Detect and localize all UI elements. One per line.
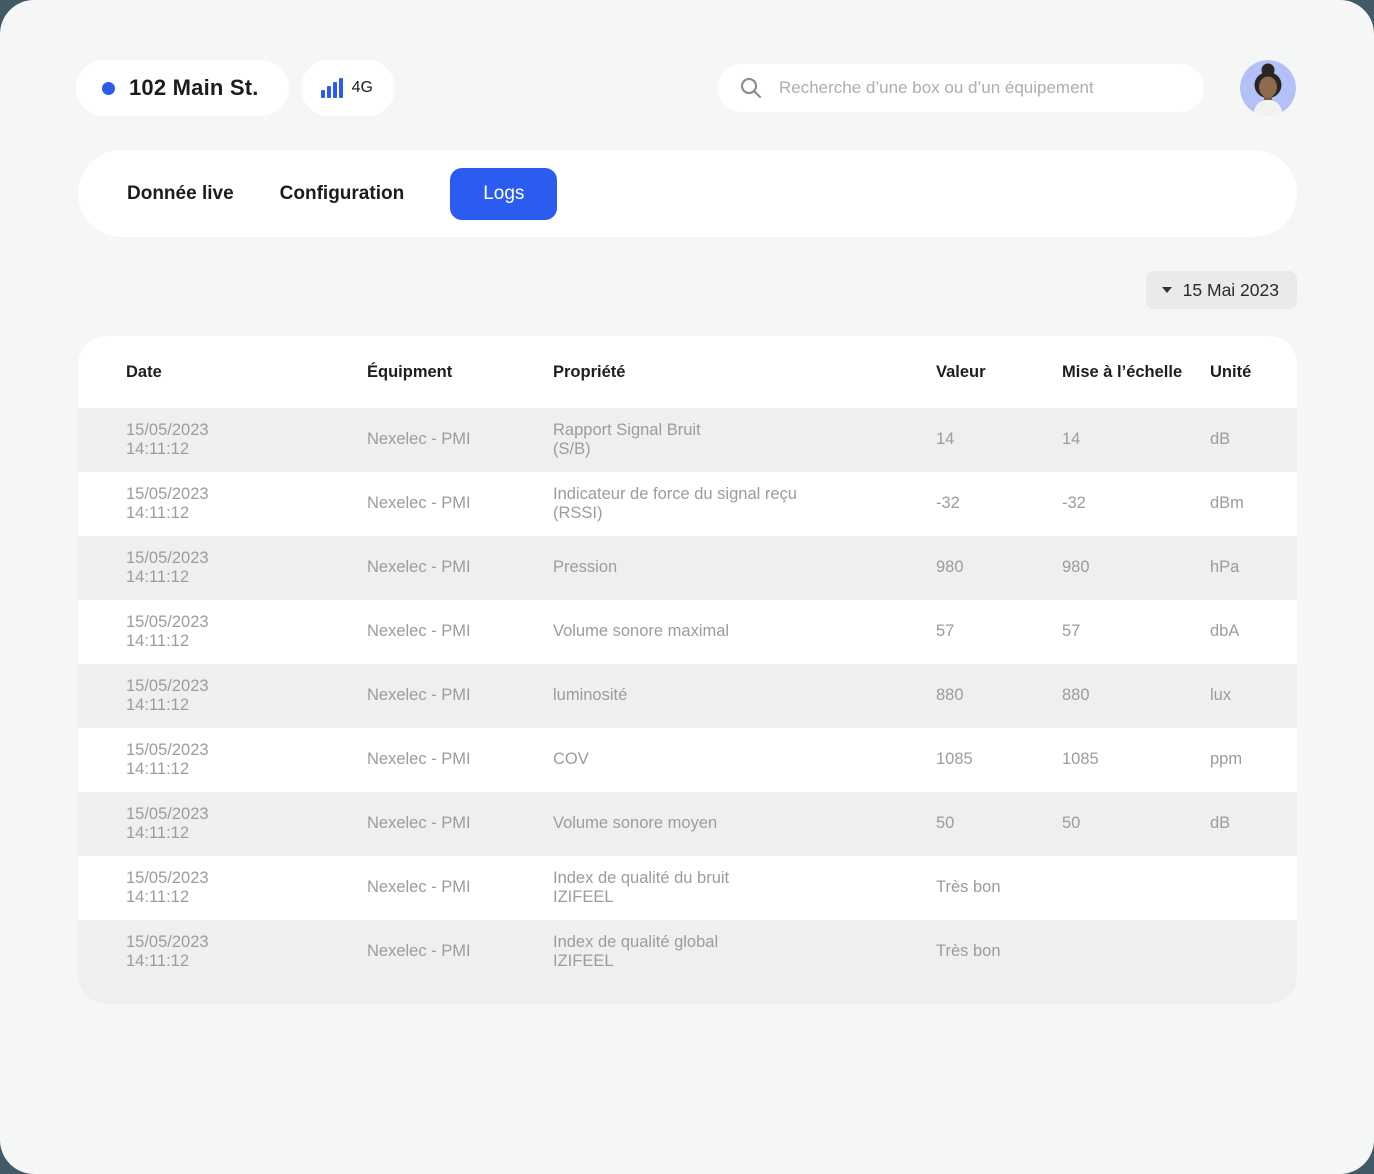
log-property: Volume sonore moyen <box>553 814 936 834</box>
column-header-property: Propriété <box>553 363 936 382</box>
log-unit: dbA <box>1210 622 1297 642</box>
log-date: 15/05/2023 14:11:12 <box>126 805 367 844</box>
table-row: 15/05/2023 14:11:12 Nexelec - PMI Index … <box>78 920 1297 1004</box>
log-value: 14 <box>936 430 1062 450</box>
column-header-equipment: Équipment <box>367 363 553 382</box>
log-equipment: Nexelec - PMI <box>367 430 553 450</box>
log-date: 15/05/2023 14:11:12 <box>126 933 367 972</box>
user-avatar[interactable] <box>1240 60 1296 116</box>
log-equipment: Nexelec - PMI <box>367 686 553 706</box>
log-scaled-value: 1085 <box>1062 750 1210 770</box>
log-equipment: Nexelec - PMI <box>367 494 553 514</box>
log-date: 15/05/2023 14:11:12 <box>126 549 367 588</box>
log-equipment: Nexelec - PMI <box>367 750 553 770</box>
log-property: Index de qualité du bruit IZIFEEL <box>553 869 936 908</box>
log-date: 15/05/2023 14:11:12 <box>126 677 367 716</box>
log-equipment: Nexelec - PMI <box>367 942 553 962</box>
column-header-unit: Unité <box>1210 363 1297 382</box>
log-equipment: Nexelec - PMI <box>367 878 553 898</box>
table-row: 15/05/2023 14:11:12 Nexelec - PMI Rappor… <box>78 408 1297 472</box>
log-value: Très bon <box>936 942 1062 962</box>
signal-bars-icon <box>321 78 343 98</box>
search-icon <box>739 76 763 100</box>
log-property: luminosité <box>553 686 936 706</box>
tab-bar: Donnée live Configuration Logs <box>78 150 1297 237</box>
column-header-date: Date <box>126 363 367 382</box>
date-filter-dropdown[interactable]: 15 Mai 2023 <box>1146 271 1297 309</box>
table-body: 15/05/2023 14:11:12 Nexelec - PMI Rappor… <box>78 408 1297 1004</box>
date-filter-label: 15 Mai 2023 <box>1183 280 1279 301</box>
table-row: 15/05/2023 14:11:12 Nexelec - PMI Index … <box>78 856 1297 920</box>
log-scaled-value: 50 <box>1062 814 1210 834</box>
status-dot-icon <box>102 82 115 95</box>
avatar-image <box>1240 60 1296 116</box>
log-date: 15/05/2023 14:11:12 <box>126 741 367 780</box>
log-property: Rapport Signal Bruit (S/B) <box>553 421 936 460</box>
log-scaled-value: 880 <box>1062 686 1210 706</box>
logs-table: Date Équipment Propriété Valeur Mise à l… <box>78 336 1297 1004</box>
log-property: Volume sonore maximal <box>553 622 936 642</box>
log-date: 15/05/2023 14:11:12 <box>126 485 367 524</box>
location-label: 102 Main St. <box>129 75 259 101</box>
location-pill[interactable]: 102 Main St. <box>76 60 289 116</box>
log-value: Très bon <box>936 878 1062 898</box>
log-unit: dB <box>1210 430 1297 450</box>
log-unit: dBm <box>1210 494 1297 514</box>
network-label: 4G <box>352 79 373 97</box>
search-input[interactable] <box>779 78 1184 98</box>
table-row: 15/05/2023 14:11:12 Nexelec - PMI COV 10… <box>78 728 1297 792</box>
log-unit: ppm <box>1210 750 1297 770</box>
table-row: 15/05/2023 14:11:12 Nexelec - PMI lumino… <box>78 664 1297 728</box>
log-scaled-value: 980 <box>1062 558 1210 578</box>
table-header-row: Date Équipment Propriété Valeur Mise à l… <box>78 336 1297 408</box>
tab-configuration[interactable]: Configuration <box>280 183 405 205</box>
tab-logs[interactable]: Logs <box>450 168 557 220</box>
network-status-pill[interactable]: 4G <box>301 60 395 116</box>
log-date: 15/05/2023 14:11:12 <box>126 869 367 908</box>
log-equipment: Nexelec - PMI <box>367 814 553 834</box>
table-row: 15/05/2023 14:11:12 Nexelec - PMI Pressi… <box>78 536 1297 600</box>
log-property: Pression <box>553 558 936 578</box>
log-property: COV <box>553 750 936 770</box>
log-scaled-value: 14 <box>1062 430 1210 450</box>
log-property: Indicateur de force du signal reçu (RSSI… <box>553 485 936 524</box>
filter-row: 15 Mai 2023 <box>78 271 1297 309</box>
log-value: -32 <box>936 494 1062 514</box>
log-value: 57 <box>936 622 1062 642</box>
log-property: Index de qualité global IZIFEEL <box>553 933 936 972</box>
log-equipment: Nexelec - PMI <box>367 558 553 578</box>
log-value: 880 <box>936 686 1062 706</box>
log-scaled-value: 57 <box>1062 622 1210 642</box>
app-panel: 102 Main St. 4G <box>0 0 1374 1174</box>
table-row: 15/05/2023 14:11:12 Nexelec - PMI Volume… <box>78 792 1297 856</box>
log-unit: lux <box>1210 686 1297 706</box>
log-unit: dB <box>1210 814 1297 834</box>
log-value: 50 <box>936 814 1062 834</box>
log-unit: hPa <box>1210 558 1297 578</box>
tab-donnee-live[interactable]: Donnée live <box>127 183 234 205</box>
log-date: 15/05/2023 14:11:12 <box>126 421 367 460</box>
log-value: 980 <box>936 558 1062 578</box>
table-row: 15/05/2023 14:11:12 Nexelec - PMI Indica… <box>78 472 1297 536</box>
search-bar[interactable] <box>717 64 1204 112</box>
column-header-value: Valeur <box>936 363 1062 382</box>
chevron-down-icon <box>1162 287 1172 293</box>
top-bar: 102 Main St. 4G <box>0 0 1374 116</box>
column-header-scaled: Mise à l’échelle <box>1062 363 1210 382</box>
log-scaled-value: -32 <box>1062 494 1210 514</box>
log-date: 15/05/2023 14:11:12 <box>126 613 367 652</box>
table-row: 15/05/2023 14:11:12 Nexelec - PMI Volume… <box>78 600 1297 664</box>
log-equipment: Nexelec - PMI <box>367 622 553 642</box>
log-value: 1085 <box>936 750 1062 770</box>
